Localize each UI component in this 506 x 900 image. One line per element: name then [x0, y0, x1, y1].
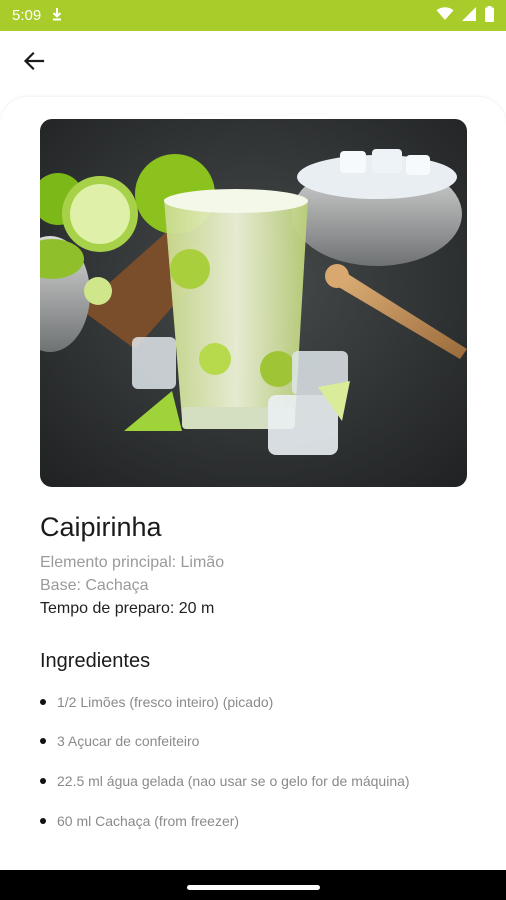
status-time: 5:09: [12, 7, 42, 24]
ingredient-text: 1/2 Limões (fresco inteiro) (picado): [57, 694, 274, 710]
drink-image: [40, 119, 467, 487]
back-button[interactable]: [18, 47, 50, 79]
main-element-text: Elemento principal: Limão: [40, 554, 225, 571]
battery-icon: [485, 5, 494, 26]
ingredients-title: Ingredientes: [40, 650, 151, 672]
list-item: 1/2 Limões (fresco inteiro) (picado): [40, 692, 273, 712]
bullet-icon: [40, 738, 46, 744]
bullet-icon: [40, 818, 46, 824]
download-icon: [51, 7, 63, 25]
wifi-icon: [436, 6, 454, 25]
ingredient-text: 3 Açucar de confeiteiro: [57, 733, 200, 749]
bullet-icon: [40, 778, 46, 784]
list-item: 3 Açucar de confeiteiro: [40, 731, 199, 751]
bullet-icon: [40, 699, 46, 705]
base-text: Base: Cachaça: [40, 577, 149, 594]
list-item: 60 ml Cachaça (from freezer): [40, 811, 239, 831]
system-nav-bar: [0, 870, 506, 900]
prep-time-text: Tempo de preparo: 20 m: [40, 600, 215, 617]
status-bar: 5:09: [0, 0, 506, 31]
ingredient-text: 60 ml Cachaça (from freezer): [57, 813, 240, 829]
detail-card: Caipirinha Elemento principal: Limão Bas…: [0, 97, 506, 870]
drink-title: Caipirinha: [40, 512, 162, 542]
ingredient-text: 22.5 ml água gelada (nao usar se o gelo …: [57, 773, 410, 789]
signal-icon: [462, 6, 477, 25]
list-item: 22.5 ml água gelada (nao usar se o gelo …: [40, 771, 410, 791]
status-left: 5:09: [12, 7, 63, 25]
arrow-back-icon: [23, 50, 45, 77]
status-right: [436, 5, 494, 26]
app-bar: [0, 31, 506, 95]
home-gesture-handle[interactable]: [187, 885, 320, 890]
